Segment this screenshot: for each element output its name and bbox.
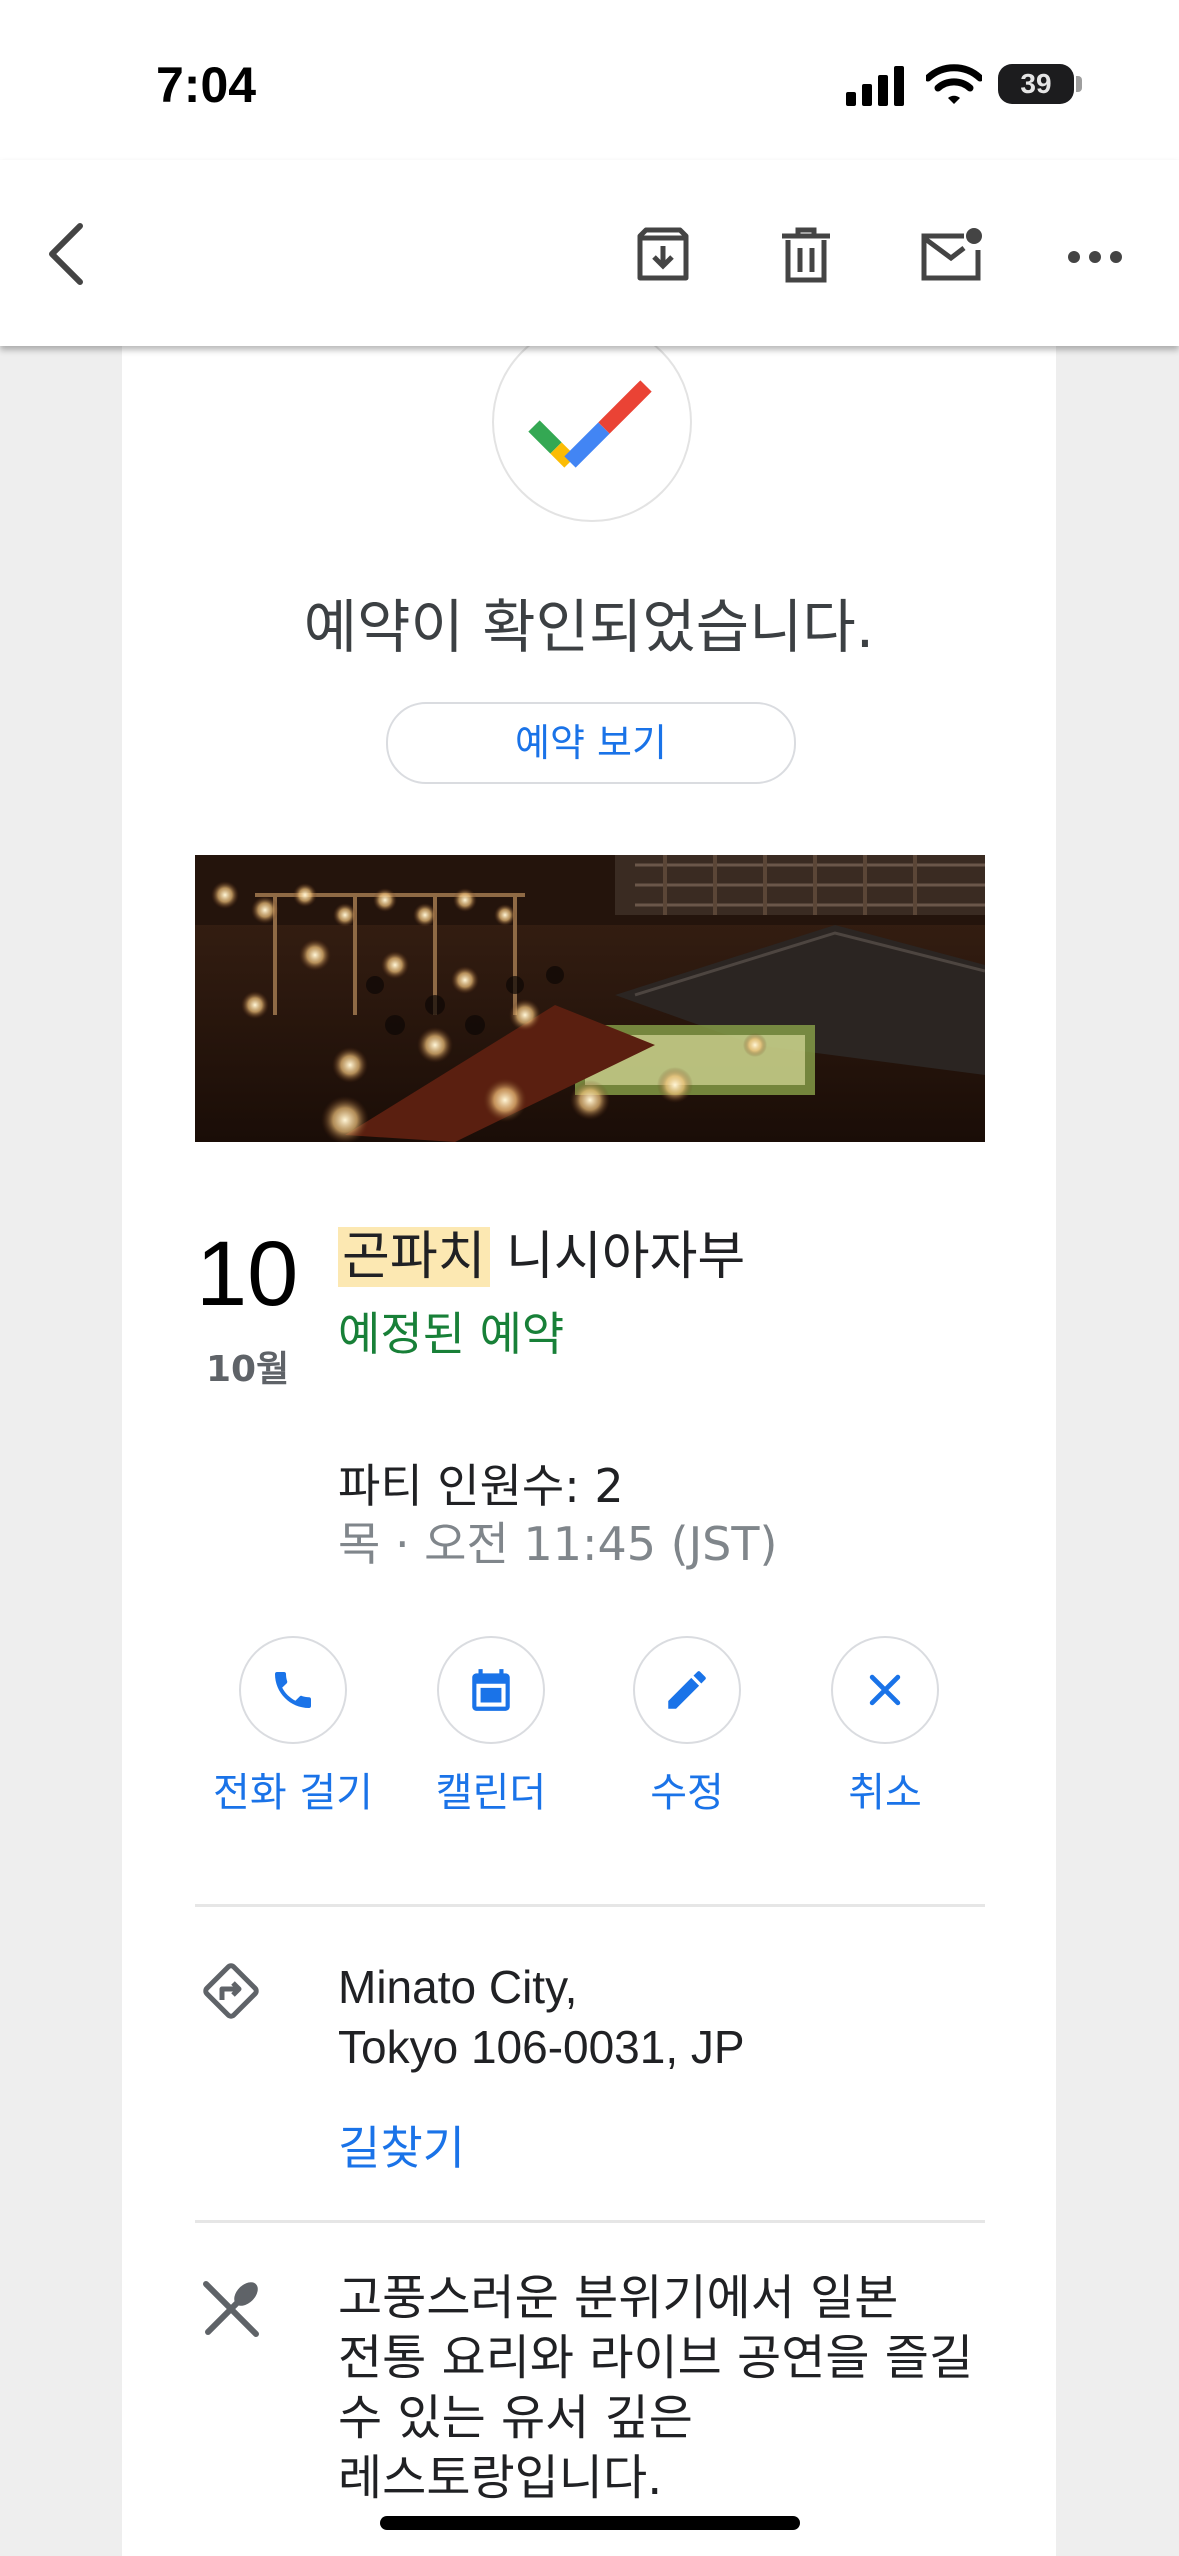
- edit-action[interactable]: 수정: [592, 1636, 782, 1818]
- status-time: 7:04: [156, 57, 257, 113]
- confirmation-check-badge: [492, 322, 692, 522]
- cancel-action[interactable]: 취소: [790, 1636, 980, 1818]
- restaurant-photo: [195, 855, 985, 1142]
- party-size: 파티 인원수: 2: [338, 1459, 624, 1513]
- restaurant-name-highlight: 곤파치: [338, 1227, 490, 1287]
- call-action[interactable]: 전화 걸기: [198, 1636, 388, 1818]
- cellular-signal-icon: [846, 66, 904, 106]
- view-reservation-button[interactable]: 예약 보기: [386, 702, 796, 784]
- close-icon[interactable]: [831, 1636, 939, 1744]
- battery-level: 39: [1020, 68, 1052, 99]
- wifi-icon: [926, 64, 982, 104]
- restaurant-icon: [203, 2281, 259, 2337]
- restaurant-name-rest: 니시아자부: [489, 1227, 746, 1287]
- battery-cap: [1076, 76, 1082, 92]
- confirmation-title: 예약이 확인되었습니다.: [303, 593, 875, 661]
- restaurant-description: 고풍스러운 분위기에서 일본 전통 요리와 라이브 공연을 즐길 수 있는 유서…: [338, 2270, 974, 2506]
- more-horizontal-icon[interactable]: [1068, 250, 1122, 264]
- directions-link[interactable]: 길찾기: [338, 2112, 465, 2178]
- divider: [195, 2220, 985, 2223]
- reservation-status: 예정된 예약: [338, 1307, 565, 1361]
- directions-icon: [203, 1963, 259, 2019]
- restaurant-name: 곤파치 니시아자부: [338, 1214, 745, 1289]
- reservation-month: 10월: [206, 1349, 290, 1390]
- mail-toolbar: [0, 160, 1179, 346]
- pencil-icon[interactable]: [633, 1636, 741, 1744]
- reservation-day: 10: [196, 1223, 299, 1325]
- calendar-label[interactable]: 캘린더: [396, 1760, 586, 1818]
- back-icon[interactable]: [44, 222, 92, 286]
- divider: [195, 1904, 985, 1907]
- phone-icon[interactable]: [239, 1636, 347, 1744]
- right-margin: [1056, 346, 1130, 2556]
- left-margin: [48, 346, 122, 2556]
- reservation-datetime: 목 · 오전 11:45 (JST): [338, 1517, 778, 1571]
- battery-icon: 39: [998, 64, 1074, 104]
- mark-unread-icon[interactable]: [920, 228, 984, 282]
- calendar-icon[interactable]: [437, 1636, 545, 1744]
- calendar-action[interactable]: 캘린더: [396, 1636, 586, 1818]
- archive-icon[interactable]: [634, 226, 692, 284]
- address-line-2: Tokyo 106-0031, JP: [338, 2021, 745, 2073]
- address-line-1: Minato City,: [338, 1961, 578, 2013]
- home-indicator[interactable]: [380, 2516, 800, 2530]
- trash-icon[interactable]: [780, 226, 832, 284]
- checkmark-icon: [528, 380, 652, 468]
- cancel-label[interactable]: 취소: [790, 1760, 980, 1818]
- edit-label[interactable]: 수정: [592, 1760, 782, 1818]
- call-label[interactable]: 전화 걸기: [198, 1760, 388, 1818]
